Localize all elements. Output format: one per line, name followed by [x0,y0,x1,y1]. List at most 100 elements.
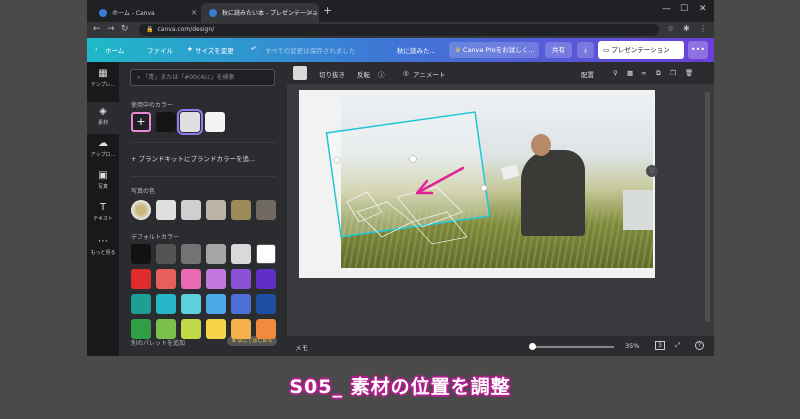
default-color-swatch[interactable] [131,294,151,314]
rotate-handle[interactable] [409,155,417,163]
in-use-swatch[interactable] [205,112,225,132]
crown-icon: ♛ [455,46,463,54]
default-color-swatch[interactable] [181,269,201,289]
default-color-swatch[interactable] [131,319,151,339]
canva-window: ホーム - Canva ✕ 秋に読みたい本 - プレゼンテーショ ✕ + — ☐… [87,0,714,356]
step-caption: S05_ 素材の位置を調整 [289,376,511,398]
sidebar-item-more[interactable]: ⋯ もっと見る [87,236,119,256]
in-use-swatch-selected[interactable] [177,109,203,135]
browser-tab-design[interactable]: 秋に読みたい本 - プレゼンテーショ ✕ [201,3,319,22]
help-button[interactable]: ? [695,341,704,350]
add-palette-button[interactable]: 別のパレットを追加 [131,338,185,347]
default-color-swatch[interactable] [206,244,226,264]
new-tab-button[interactable]: + [323,4,332,17]
canva-favicon-icon [209,8,217,17]
forward-icon[interactable]: → [107,24,115,34]
browser-tab-home[interactable]: ホーム - Canva ✕ [91,3,203,22]
share-button[interactable]: 共有 [545,42,572,58]
default-color-swatch[interactable] [231,244,251,264]
resize-star-icon: ★ [187,45,193,53]
default-color-swatch[interactable] [131,269,151,289]
extensions-icon[interactable]: ✱ [683,24,690,33]
default-color-swatch[interactable] [206,269,226,289]
add-color-button[interactable]: + [131,112,151,132]
close-tab-icon[interactable]: ✕ [191,9,197,17]
resize-handle[interactable] [480,184,488,192]
browser-tab-bar: ホーム - Canva ✕ 秋に読みたい本 - プレゼンテーショ ✕ + — ☐… [87,0,714,22]
default-color-swatch[interactable] [206,294,226,314]
photo-color-swatch[interactable] [206,200,226,220]
photo-colors-title: 写真の色 [131,188,156,195]
reload-icon[interactable]: ↻ [121,24,129,34]
default-color-swatch[interactable] [181,294,201,314]
zoom-level[interactable]: 35% [625,342,639,350]
photo-color-swatch[interactable] [231,200,251,220]
url-input[interactable]: 🔒 canva.com/design/ [139,24,659,36]
close-window-icon[interactable]: ✕ [699,4,707,14]
default-color-swatch[interactable] [256,294,276,314]
sidebar-item-label: もっと見る [90,250,116,256]
back-icon[interactable]: ← [93,24,101,34]
photo-color-swatch[interactable] [181,200,201,220]
default-color-swatch[interactable] [231,294,251,314]
more-options-button[interactable]: ••• [688,41,708,59]
add-brand-color-button[interactable]: + ブランドキットにブランドカラーを追... [131,153,255,163]
try-pro-button[interactable]: ♛ Canva Proをお試しく... [449,42,539,58]
present-label: プレゼンテーション [611,46,670,54]
close-tab-icon[interactable]: ✕ [307,9,313,17]
sidebar-item-text[interactable]: T テキスト [87,202,119,222]
default-color-swatch[interactable] [231,319,251,339]
back-chevron-icon[interactable]: ‹ [95,45,98,53]
undo-icon[interactable]: ↶ [251,45,256,53]
minimize-icon[interactable]: — [662,4,671,14]
default-color-swatch[interactable] [256,319,276,339]
default-color-swatch[interactable] [256,244,276,264]
default-color-swatch[interactable] [156,244,176,264]
default-color-swatch[interactable] [181,319,201,339]
document-title[interactable]: 秋に読みた... [397,45,436,55]
default-color-swatch[interactable] [156,294,176,314]
default-color-swatch[interactable] [231,269,251,289]
present-button[interactable]: ▭ プレゼンテーション [598,41,684,59]
text-icon: T [99,202,107,213]
zoom-slider[interactable] [532,346,614,348]
bottom-bar: メモ 35% 3 ⤢ ? [287,336,714,356]
photo-color-swatch[interactable] [256,200,276,220]
sidebar-item-uploads[interactable]: ☁ アップロ... [87,138,119,158]
default-color-swatch[interactable] [256,269,276,289]
sidebar-item-templates[interactable]: ▦ テンプレ... [87,68,119,88]
in-use-swatch[interactable] [156,112,176,132]
page-comment-icon[interactable]: ♡ [646,165,658,177]
color-search-input[interactable]: ⌕ 「青」または「#00c4cc」を検索 [130,69,275,86]
default-color-swatch[interactable] [156,319,176,339]
notes-button[interactable]: メモ [295,342,308,352]
selected-element[interactable] [325,111,491,245]
photo-thumbnail[interactable] [131,200,151,220]
divider [131,142,276,143]
star-icon[interactable]: ☆ [667,24,674,33]
sidebar-item-photos[interactable]: ▣ 写真 [87,170,119,190]
photo-color-swatch[interactable] [156,200,176,220]
more-icon: ⋯ [98,236,108,247]
home-button[interactable]: ホーム [105,45,124,55]
menu-icon[interactable]: ⋮ [699,24,707,33]
resize-button[interactable]: サイズを変更 [195,45,234,55]
resize-handle[interactable] [333,156,341,164]
fullscreen-icon[interactable]: ⤢ [675,341,680,350]
maximize-icon[interactable]: ☐ [680,4,688,14]
default-color-swatch[interactable] [181,244,201,264]
download-icon[interactable]: ⤓ [577,42,594,58]
file-menu-button[interactable]: ファイル [147,45,173,55]
sidebar-item-label: テンプレ... [90,82,116,88]
template-icon: ▦ [98,68,108,79]
zoom-slider-knob[interactable] [529,343,536,350]
default-color-swatch[interactable] [206,319,226,339]
default-color-swatch[interactable] [156,269,176,289]
sidebar-item-label: アップロ... [90,152,116,158]
sidebar-item-label: 素材 [97,120,108,126]
selection-outline [325,111,491,238]
sidebar-item-elements[interactable]: ◈ 素材 [87,102,119,134]
vertical-scrollbar[interactable] [705,92,710,322]
page-count-button[interactable]: 3 [655,341,665,350]
default-color-swatch[interactable] [131,244,151,264]
